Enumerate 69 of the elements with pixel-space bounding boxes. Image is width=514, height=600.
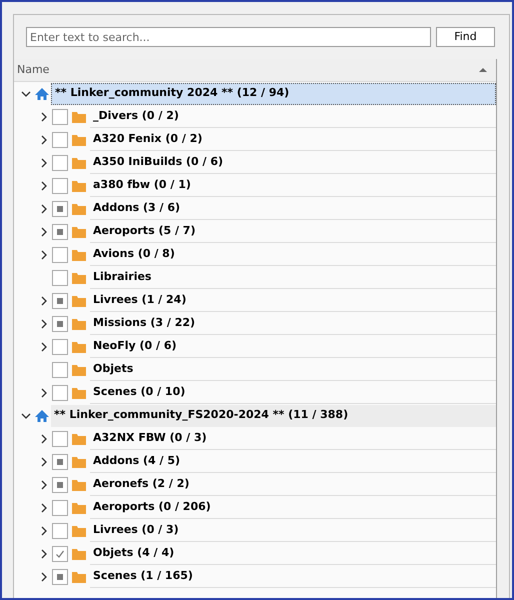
checkbox[interactable] bbox=[52, 362, 68, 378]
column-header[interactable]: Name bbox=[14, 59, 496, 82]
tree-item[interactable]: A350 IniBuilds (0 / 6) bbox=[90, 152, 496, 174]
tree-item[interactable]: Livrees (1 / 24) bbox=[90, 290, 496, 312]
home-icon bbox=[34, 86, 50, 102]
checkbox[interactable] bbox=[52, 246, 68, 262]
tree-item[interactable]: Aeroports (5 / 7) bbox=[90, 220, 496, 242]
checkbox[interactable] bbox=[52, 292, 68, 308]
checkbox[interactable] bbox=[52, 338, 68, 354]
checkbox[interactable] bbox=[52, 522, 68, 538]
folder-icon bbox=[72, 202, 86, 214]
checkbox[interactable] bbox=[52, 224, 68, 240]
tree-item[interactable]: a380 fbw (0 / 1) bbox=[90, 174, 496, 196]
checkbox[interactable] bbox=[52, 108, 68, 124]
checkbox[interactable] bbox=[52, 316, 68, 332]
tree-item[interactable]: Missions (3 / 22) bbox=[90, 312, 496, 334]
checkbox[interactable] bbox=[52, 546, 68, 562]
tree-item[interactable]: Addons (4 / 5) bbox=[90, 450, 496, 472]
tree-item[interactable]: Librairies bbox=[90, 266, 496, 288]
checkbox[interactable] bbox=[52, 270, 68, 286]
tree-item[interactable]: Scenes (0 / 10) bbox=[90, 382, 496, 404]
search-field[interactable]: Enter text to search... bbox=[26, 27, 431, 47]
tree-item[interactable]: Aeronefs (2 / 2) bbox=[90, 474, 496, 496]
folder-icon bbox=[72, 340, 86, 352]
folder-icon bbox=[72, 272, 86, 284]
checkbox[interactable] bbox=[52, 132, 68, 148]
checkbox[interactable] bbox=[52, 500, 68, 516]
tree-item[interactable]: Livrees (0 / 3) bbox=[90, 520, 496, 542]
tree-item[interactable]: Scenes (1 / 165) bbox=[90, 566, 496, 588]
folder-icon bbox=[72, 364, 86, 376]
folder-icon bbox=[72, 432, 86, 444]
tree-item[interactable]: NeoFly (0 / 6) bbox=[90, 336, 496, 358]
tree-item[interactable]: Aeroports (0 / 206) bbox=[90, 496, 496, 518]
folder-icon bbox=[72, 294, 86, 306]
folder-icon bbox=[72, 502, 86, 514]
tree-item[interactable]: _Divers (0 / 2) bbox=[90, 106, 496, 128]
tree-item[interactable]: Addons (3 / 6) bbox=[90, 198, 496, 220]
checkbox[interactable] bbox=[52, 178, 68, 194]
folder-icon bbox=[72, 386, 86, 398]
check-icon bbox=[55, 548, 65, 558]
folder-icon bbox=[72, 180, 86, 192]
checkbox[interactable] bbox=[52, 384, 68, 400]
home-icon bbox=[34, 408, 50, 424]
tree-item[interactable]: Avions (0 / 8) bbox=[90, 244, 496, 266]
folder-icon bbox=[72, 478, 86, 490]
tree-item[interactable]: Objets bbox=[90, 358, 496, 380]
checkbox[interactable] bbox=[52, 154, 68, 170]
column-title: Name bbox=[17, 62, 50, 78]
tree-item[interactable]: A32NX FBW (0 / 3) bbox=[90, 428, 496, 450]
folder-icon bbox=[72, 156, 86, 168]
folder-icon bbox=[72, 456, 86, 468]
folder-icon bbox=[72, 524, 86, 536]
folder-icon bbox=[72, 548, 86, 560]
folder-icon bbox=[72, 226, 86, 238]
tree-root-item[interactable]: ** Linker_community 2024 ** (12 / 94) bbox=[51, 82, 496, 104]
find-button[interactable]: Find bbox=[436, 27, 495, 47]
checkbox[interactable] bbox=[52, 454, 68, 470]
checkbox[interactable] bbox=[52, 568, 68, 584]
tree-root-item[interactable]: ** Linker_community_FS2020-2024 ** (11 / 388) bbox=[51, 404, 496, 426]
folder-icon bbox=[72, 318, 86, 330]
folder-icon bbox=[72, 570, 86, 582]
checkbox[interactable] bbox=[52, 476, 68, 492]
folder-icon bbox=[72, 134, 86, 146]
folder-icon bbox=[72, 248, 86, 260]
tree-item[interactable]: A320 Fenix (0 / 2) bbox=[90, 128, 496, 150]
checkbox[interactable] bbox=[52, 430, 68, 446]
folder-icon bbox=[72, 110, 86, 122]
checkbox[interactable] bbox=[52, 200, 68, 216]
tree-item[interactable]: Objets (4 / 4) bbox=[90, 542, 496, 564]
